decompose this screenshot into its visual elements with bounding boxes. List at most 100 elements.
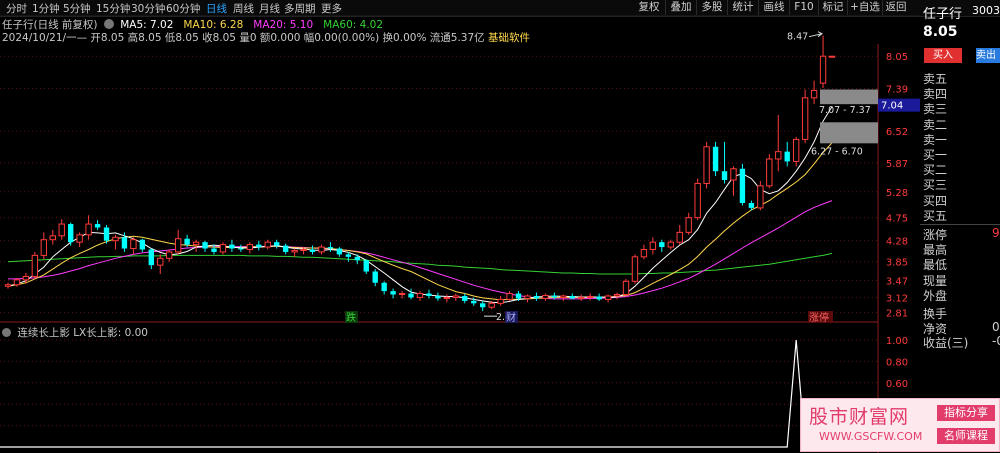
candle-body bbox=[354, 256, 360, 261]
high-mark-arrow bbox=[808, 31, 823, 38]
candle-body bbox=[68, 224, 74, 243]
candle-body bbox=[792, 138, 800, 162]
candle-body bbox=[506, 293, 513, 300]
event-label-cai: 财 bbox=[506, 311, 516, 324]
candle-body bbox=[256, 244, 262, 248]
ma20-line bbox=[8, 200, 833, 300]
candle-body bbox=[676, 231, 683, 243]
indicator-axis-label: 0.60 bbox=[886, 379, 908, 390]
candle-body bbox=[309, 249, 316, 252]
candle-body bbox=[596, 296, 602, 300]
candle-body bbox=[810, 89, 818, 99]
candle-body bbox=[452, 295, 460, 298]
candle-body bbox=[721, 171, 728, 181]
candle-body bbox=[416, 293, 424, 298]
quote-side-panel: 任子行 30031 8.05 买入 卖出 卖五卖四卖三卖二卖一买一买二买三买四买… bbox=[920, 0, 1000, 453]
y-axis-label: 4.75 bbox=[886, 214, 908, 225]
candle-body bbox=[13, 279, 21, 286]
side-stock-code: 30031 bbox=[972, 4, 1000, 17]
candle-body bbox=[112, 236, 119, 242]
candle-body bbox=[524, 295, 531, 299]
candle-body bbox=[327, 247, 334, 249]
candle-body bbox=[560, 295, 567, 298]
candle-body bbox=[569, 295, 575, 299]
candle-body bbox=[613, 294, 621, 297]
candle-body bbox=[184, 238, 190, 245]
indicator-axis-label: 0.80 bbox=[886, 357, 908, 368]
side-price: 8.05 bbox=[923, 24, 958, 40]
stat-label: 外盘 bbox=[923, 288, 948, 303]
candle-body bbox=[748, 203, 755, 208]
candle-body bbox=[246, 244, 254, 251]
candle-body bbox=[4, 284, 12, 287]
candle-body bbox=[94, 224, 101, 228]
y-axis-label: 2.81 bbox=[886, 309, 908, 320]
candle-body bbox=[828, 55, 836, 58]
buy-button[interactable]: 买入 bbox=[924, 48, 962, 63]
order-label: 买五 bbox=[923, 208, 948, 223]
candle-body bbox=[264, 241, 271, 248]
candle-body bbox=[712, 146, 719, 172]
indicator-settings-icon[interactable] bbox=[2, 328, 11, 337]
candle-body bbox=[336, 248, 343, 255]
candle-body bbox=[372, 271, 378, 283]
candle-body bbox=[471, 300, 477, 304]
indicator-line-label: LX长上影: 0.00 bbox=[73, 327, 148, 339]
candle-body bbox=[739, 168, 746, 204]
candle-body bbox=[766, 158, 773, 187]
y-axis-label: 3.85 bbox=[886, 258, 908, 269]
logo-main-text: 股市财富网 bbox=[809, 406, 910, 428]
candle-body bbox=[667, 241, 674, 248]
candle-body bbox=[757, 185, 764, 209]
candle-body bbox=[784, 151, 790, 162]
candle-body bbox=[801, 97, 809, 140]
high-mark-label: 8.47 bbox=[787, 32, 808, 43]
candle-body bbox=[291, 249, 298, 253]
stat-value: 0 bbox=[992, 319, 1000, 334]
candle-body bbox=[229, 244, 235, 249]
candle-body bbox=[480, 303, 486, 308]
candle-body bbox=[148, 249, 154, 266]
candle-body bbox=[604, 295, 612, 300]
logo-tag-course: 名师课程 bbox=[937, 428, 995, 444]
y-axis-label: 4.28 bbox=[886, 237, 908, 248]
candle-body bbox=[202, 242, 208, 249]
candlestick-chart[interactable]: 8.05 7.39 6.52 5.87 5.28 4.75 4.28 3.85 3.47 3.12… bbox=[0, 0, 920, 453]
indicator-line bbox=[0, 339, 878, 448]
candle-body bbox=[40, 239, 48, 256]
y-axis-label: 5.28 bbox=[886, 188, 908, 199]
candle-body bbox=[685, 217, 692, 233]
candle-body bbox=[443, 296, 451, 299]
range-box bbox=[820, 122, 878, 144]
candle-body bbox=[730, 168, 737, 181]
candle-body bbox=[533, 295, 540, 299]
candle-body bbox=[694, 182, 701, 219]
side-stock-name: 任子行 bbox=[923, 7, 963, 22]
logo-url: WWW.GSCFW.COM bbox=[819, 430, 923, 443]
candle-body bbox=[157, 257, 164, 266]
watermark-logo: 股市财富网 WWW.GSCFW.COM 指标分享 名师课程 bbox=[800, 398, 1000, 452]
y-axis-label: 5.87 bbox=[886, 159, 908, 170]
candle-body bbox=[515, 293, 522, 299]
ma5-line bbox=[7, 106, 833, 304]
divider bbox=[920, 224, 1000, 225]
candle-body bbox=[192, 241, 200, 246]
stat-value: 9 bbox=[992, 226, 1000, 240]
candle-body bbox=[435, 295, 441, 299]
candle-body bbox=[22, 275, 30, 281]
sell-button[interactable]: 卖出 bbox=[976, 48, 1000, 63]
candle-body bbox=[219, 244, 227, 253]
candle-body bbox=[300, 249, 307, 251]
candle-body bbox=[381, 282, 387, 292]
candle-body bbox=[551, 295, 558, 298]
y-axis-label: 8.05 bbox=[886, 52, 908, 63]
candle-body bbox=[274, 242, 280, 246]
candle-body bbox=[819, 55, 827, 84]
candle-body bbox=[631, 256, 639, 282]
candle-body bbox=[49, 235, 56, 241]
y-axis-label: 3.47 bbox=[886, 276, 908, 287]
indicator-header: 连续长上影 LX长上影: 0.00 bbox=[0, 325, 148, 340]
candle-body bbox=[649, 241, 657, 251]
range-box bbox=[820, 89, 878, 105]
candle-body bbox=[426, 293, 432, 296]
